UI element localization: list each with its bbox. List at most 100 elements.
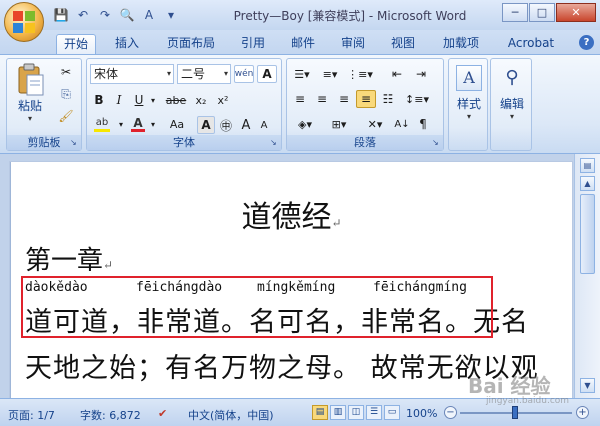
- zoom-out-icon[interactable]: −: [444, 406, 457, 419]
- document-title: 道德经↵: [241, 200, 342, 235]
- font-color-dropdown-icon[interactable]: ▾: [148, 115, 158, 133]
- phonetic-guide-icon[interactable]: wén: [234, 65, 254, 83]
- language-status[interactable]: 中文(简体，中国): [188, 407, 274, 423]
- web-layout-icon[interactable]: ◫: [348, 405, 364, 420]
- change-case-button[interactable]: Aa: [163, 115, 191, 133]
- minimize-button[interactable]: ─: [502, 3, 528, 22]
- font-size-combo[interactable]: 二号 ▾: [177, 64, 231, 84]
- underline-dropdown-icon[interactable]: ▾: [148, 91, 158, 109]
- styles-label: 样式: [456, 97, 481, 111]
- font-launcher-icon[interactable]: ↘: [270, 139, 279, 148]
- print-layout-view-icon[interactable]: ▤: [312, 405, 328, 420]
- align-left-icon[interactable]: ≡: [290, 90, 310, 108]
- spelling-icon[interactable]: A: [140, 6, 158, 24]
- scroll-up-icon[interactable]: ▲: [580, 176, 595, 191]
- scroll-thumb[interactable]: [580, 194, 595, 274]
- distributed-icon[interactable]: ☷: [378, 90, 398, 108]
- help-icon[interactable]: ?: [579, 35, 594, 50]
- zoom-in-icon[interactable]: +: [576, 406, 589, 419]
- tab-review[interactable]: 审阅: [336, 34, 370, 54]
- maximize-button[interactable]: □: [529, 3, 555, 22]
- zoom-slider-thumb[interactable]: [512, 406, 518, 419]
- undo-icon[interactable]: ↶: [74, 6, 92, 24]
- full-screen-reading-icon[interactable]: ▥: [330, 405, 346, 420]
- ribbon: 粘贴 ▾ ✂ ⎘ 🖌 剪贴板 ↘ 宋体 ▾ 二号 ▾ wén A B I U ▾…: [0, 54, 600, 154]
- word-count[interactable]: 字数: 6,872: [80, 407, 141, 423]
- numbering-icon[interactable]: ≡▾: [318, 65, 342, 83]
- tab-references[interactable]: 引用: [236, 34, 270, 54]
- align-right-icon[interactable]: ≡: [334, 90, 354, 108]
- borders-icon[interactable]: ⊞▾: [324, 115, 354, 133]
- editing-group: ⚲ 编辑 ▾: [490, 58, 532, 151]
- paste-label: 粘贴: [17, 99, 42, 113]
- justify-icon[interactable]: ≡: [356, 90, 376, 108]
- tab-mailings[interactable]: 邮件: [286, 34, 320, 54]
- clipboard-group: 粘贴 ▾ ✂ ⎘ 🖌 剪贴板 ↘: [6, 58, 82, 151]
- paragraph-group-label: 段落: [287, 135, 443, 150]
- office-button[interactable]: [4, 2, 44, 42]
- zoom-level[interactable]: 100%: [406, 407, 437, 420]
- font-group-label: 字体: [87, 135, 281, 150]
- styles-icon: A: [456, 65, 482, 91]
- editing-button[interactable]: ⚲ 编辑 ▾: [495, 65, 529, 121]
- editing-label: 编辑: [499, 97, 524, 111]
- paste-button[interactable]: 粘贴 ▾: [13, 63, 47, 123]
- outline-view-icon[interactable]: ☰: [366, 405, 382, 420]
- paragraph-launcher-icon[interactable]: ↘: [432, 139, 441, 148]
- strikethrough-button[interactable]: abe: [163, 91, 189, 109]
- font-name-value: 宋体: [94, 67, 119, 81]
- redo-icon[interactable]: ↷: [96, 6, 114, 24]
- align-center-icon[interactable]: ≡: [312, 90, 332, 108]
- font-size-value: 二号: [181, 67, 206, 81]
- subscript-button[interactable]: x₂: [191, 91, 211, 109]
- font-color-button[interactable]: A: [128, 115, 148, 133]
- increase-indent-icon[interactable]: ⇥: [410, 65, 432, 83]
- ruler-toggle-icon[interactable]: ▤: [580, 158, 595, 173]
- title-bar: 💾 ↶ ↷ 🔍 A ▾ Pretty—Boy [兼容模式] - Microsoft Wor…: [0, 0, 600, 30]
- show-marks-icon[interactable]: ¶: [414, 115, 432, 133]
- chapter-heading: 第一章↵: [25, 246, 114, 276]
- copy-icon[interactable]: ⎘: [57, 85, 75, 103]
- close-button[interactable]: ✕: [556, 3, 596, 22]
- paste-icon: [18, 63, 44, 96]
- format-painter-icon[interactable]: 🖌: [57, 107, 75, 125]
- underline-button[interactable]: U: [130, 91, 148, 109]
- draft-view-icon[interactable]: ▭: [384, 405, 400, 420]
- multilevel-list-icon[interactable]: ⋮≡▾: [346, 65, 374, 83]
- highlight-color-button[interactable]: ab: [90, 115, 114, 133]
- tab-view[interactable]: 视图: [386, 34, 420, 54]
- bullets-icon[interactable]: ☰▾: [290, 65, 314, 83]
- clipboard-launcher-icon[interactable]: ↘: [70, 139, 79, 148]
- bold-button[interactable]: B: [90, 91, 108, 109]
- vertical-scrollbar[interactable]: ▤ ▲ ▼: [574, 154, 600, 398]
- print-preview-icon[interactable]: 🔍: [118, 6, 136, 24]
- superscript-button[interactable]: x²: [213, 91, 233, 109]
- italic-button[interactable]: I: [110, 91, 128, 109]
- shrink-font-button[interactable]: A: [255, 116, 273, 134]
- proofing-icon[interactable]: ✔: [158, 407, 167, 420]
- styles-button[interactable]: A 样式 ▾: [452, 65, 486, 121]
- scroll-down-icon[interactable]: ▼: [580, 378, 595, 393]
- cut-icon[interactable]: ✂: [57, 63, 75, 81]
- decrease-indent-icon[interactable]: ⇤: [386, 65, 408, 83]
- char-border-icon[interactable]: A: [257, 65, 277, 83]
- char-shading-icon[interactable]: A: [197, 116, 215, 134]
- enclose-char-icon[interactable]: ㊥: [217, 116, 235, 134]
- customize-icon[interactable]: ▾: [162, 6, 180, 24]
- document-page[interactable]: 道德经↵ 第一章↵ dàokědào fēichángdào míngkěmín…: [10, 162, 572, 398]
- font-name-combo[interactable]: 宋体 ▾: [90, 64, 174, 84]
- save-icon[interactable]: 💾: [52, 6, 70, 24]
- tab-page-layout[interactable]: 页面布局: [160, 34, 222, 54]
- tab-acrobat[interactable]: Acrobat: [502, 34, 560, 54]
- shading-icon[interactable]: ◈▾: [290, 115, 320, 133]
- line-spacing-icon[interactable]: ↕≡▾: [404, 90, 430, 108]
- grow-font-button[interactable]: A: [237, 116, 255, 134]
- baidu-watermark: Bai 经验 jingyan.baidu.com: [468, 370, 569, 406]
- highlight-dropdown-icon[interactable]: ▾: [116, 115, 126, 133]
- sort-icon[interactable]: A↓: [392, 115, 412, 133]
- tab-insert[interactable]: 插入: [108, 34, 146, 54]
- tab-addins[interactable]: 加载项: [436, 34, 486, 54]
- tab-home[interactable]: 开始: [56, 34, 96, 54]
- page-count[interactable]: 页面: 1/7: [8, 407, 55, 423]
- chinese-layout-icon[interactable]: ✕▾: [362, 115, 388, 133]
